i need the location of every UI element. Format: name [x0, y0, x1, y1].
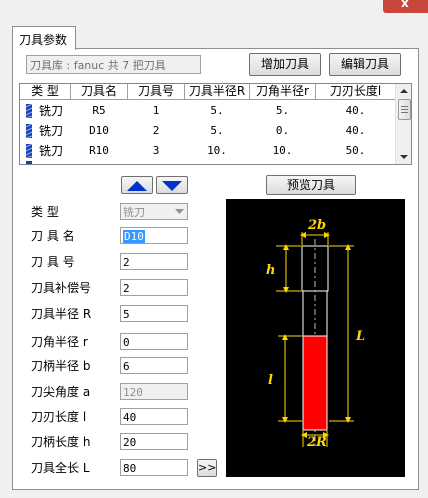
close-icon[interactable]: x — [401, 0, 409, 10]
arrow-down-icon — [162, 181, 182, 191]
cell-radius: 10. — [207, 144, 227, 157]
tip-angle-label: 刀尖角度 a — [31, 385, 91, 399]
cell-name: R10 — [89, 144, 109, 157]
chevron-down-icon[interactable] — [175, 209, 184, 215]
preview-tool-button[interactable]: 预览刀具 — [266, 175, 356, 195]
milling-cutter-icon — [25, 124, 33, 138]
label-2R: 2R — [306, 435, 327, 450]
type-select-value: 铣刀 — [123, 206, 145, 219]
cell-name: D10 — [89, 124, 109, 137]
expand-button[interactable]: >> — [197, 459, 217, 477]
label-h: h — [266, 263, 275, 278]
cell-blade-length: 40. — [345, 124, 366, 137]
milling-cutter-icon — [26, 161, 32, 164]
type-select[interactable]: 铣刀 — [120, 203, 188, 220]
scroll-up-icon[interactable] — [400, 88, 408, 94]
cell-blade-length: 50. — [345, 144, 366, 157]
number-label: 刀 具 号 — [31, 255, 75, 269]
column-header-type[interactable]: 类 型 — [20, 84, 71, 100]
total-length-field[interactable]: 80 — [120, 459, 188, 476]
tool-drawing: 2b h L l 2R — [266, 218, 365, 450]
tip-angle-field[interactable]: 120 — [120, 383, 188, 400]
cell-type: 铣刀 — [39, 144, 64, 158]
column-header-number[interactable]: 刀具号 — [128, 84, 185, 100]
type-label: 类 型 — [31, 205, 59, 219]
library-info-text: 刀具库 : fanuc 共 7 把刀具 — [30, 59, 166, 72]
name-label: 刀 具 名 — [31, 229, 75, 243]
radius-field[interactable]: 5 — [120, 305, 188, 322]
label-l: l — [268, 373, 273, 388]
corner-radius-label: 刀角半径 r — [31, 335, 88, 349]
cell-type: 铣刀 — [39, 124, 64, 138]
milling-cutter-icon — [25, 144, 33, 158]
move-down-button[interactable] — [156, 176, 188, 194]
tab-label: 刀具参数 — [19, 33, 68, 47]
tool-name-value: D10 — [123, 230, 145, 243]
cell-radius: 5. — [210, 124, 224, 137]
column-header-name[interactable]: 刀具名 — [71, 84, 128, 100]
list-scrollbar[interactable] — [395, 84, 411, 164]
compensation-label: 刀具补偿号 — [31, 281, 92, 295]
shank-radius-field[interactable]: 6 — [120, 357, 188, 374]
tool-name-field[interactable]: D10 — [120, 227, 188, 244]
label-L: L — [355, 329, 365, 344]
total-length-label: 刀具全长 L — [31, 461, 90, 475]
window-close-button[interactable]: x — [383, 0, 428, 13]
shank-length-label: 刀柄长度 h — [31, 435, 91, 449]
cell-number: 1 — [152, 104, 160, 117]
edit-tool-button[interactable]: 编辑刀具 — [329, 53, 401, 76]
tab-tool-params[interactable]: 刀具参数 — [12, 26, 76, 50]
move-up-button[interactable] — [121, 176, 153, 194]
label-2b: 2b — [307, 218, 326, 233]
column-header-corner-radius[interactable]: 刀角半径r — [250, 84, 316, 100]
compensation-field[interactable]: 2 — [120, 279, 188, 296]
blade-length-field[interactable]: 40 — [120, 408, 188, 425]
milling-cutter-icon — [25, 104, 33, 118]
column-header-radius[interactable]: 刀具半径R — [185, 84, 250, 100]
library-info-field: 刀具库 : fanuc 共 7 把刀具 — [26, 55, 201, 74]
cell-corner-radius: 0. — [275, 124, 290, 137]
scroll-down-icon[interactable] — [400, 154, 408, 160]
column-header-blade-length[interactable]: 刀刃长度l — [316, 84, 396, 100]
tool-number-field[interactable]: 2 — [120, 253, 188, 270]
cell-name: R5 — [92, 104, 106, 117]
cell-blade-length: 40. — [345, 104, 366, 117]
tool-preview-diagram: 2b h L l 2R — [226, 199, 405, 477]
cutting-blade — [302, 335, 328, 431]
radius-label: 刀具半径 R — [31, 307, 92, 321]
cell-corner-radius: 10. — [272, 144, 293, 157]
arrow-up-icon — [127, 181, 147, 191]
scroll-thumb[interactable] — [398, 99, 411, 120]
blade-length-label: 刀刃长度 l — [31, 410, 87, 424]
tool-list[interactable]: 类 型 刀具名 刀具号 刀具半径R 刀角半径r 刀刃长度l 铣刀 R5 1 5.… — [19, 83, 412, 165]
cell-number: 2 — [152, 124, 160, 137]
shank-radius-label: 刀柄半径 b — [31, 359, 91, 373]
add-tool-button[interactable]: 增加刀具 — [249, 53, 321, 76]
cell-radius: 5. — [210, 104, 224, 117]
corner-radius-field[interactable]: 0 — [120, 333, 188, 350]
cell-type: 铣刀 — [39, 104, 64, 118]
cell-number: 3 — [152, 144, 160, 157]
shank-length-field[interactable]: 20 — [120, 433, 188, 450]
cell-corner-radius: 5. — [275, 104, 290, 117]
